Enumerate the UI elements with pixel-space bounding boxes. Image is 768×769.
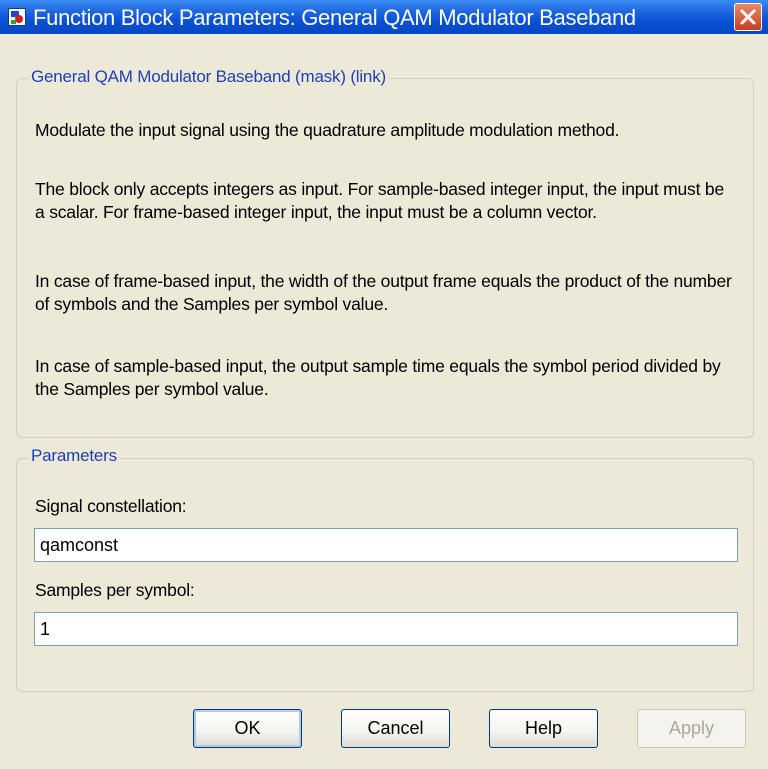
description-paragraph: In case of frame-based input, the width … xyxy=(35,271,732,314)
ok-button[interactable]: OK xyxy=(193,709,302,748)
samples-per-symbol-label: Samples per symbol: xyxy=(35,580,195,600)
cancel-button[interactable]: Cancel xyxy=(341,709,450,748)
simulink-block-icon[interactable] xyxy=(8,8,26,26)
help-button[interactable]: Help xyxy=(489,709,598,748)
description-group-legend: General QAM Modulator Baseband (mask) (l… xyxy=(28,67,389,87)
window-title: Function Block Parameters: General QAM M… xyxy=(33,5,636,30)
description-paragraph: The block only accepts integers as input… xyxy=(35,179,724,222)
close-button[interactable] xyxy=(734,3,762,31)
title-bar[interactable]: Function Block Parameters: General QAM M… xyxy=(0,0,768,34)
signal-constellation-input[interactable] xyxy=(34,528,738,562)
parameters-group-legend: Parameters xyxy=(28,446,120,466)
description-paragraph: In case of sample-based input, the outpu… xyxy=(35,356,721,399)
close-icon xyxy=(740,9,756,25)
signal-constellation-label: Signal constellation: xyxy=(35,496,187,516)
parameters-group xyxy=(16,458,754,692)
samples-per-symbol-input[interactable] xyxy=(34,612,738,646)
apply-button[interactable]: Apply xyxy=(637,709,746,748)
description-paragraph: Modulate the input signal using the quad… xyxy=(35,120,620,140)
